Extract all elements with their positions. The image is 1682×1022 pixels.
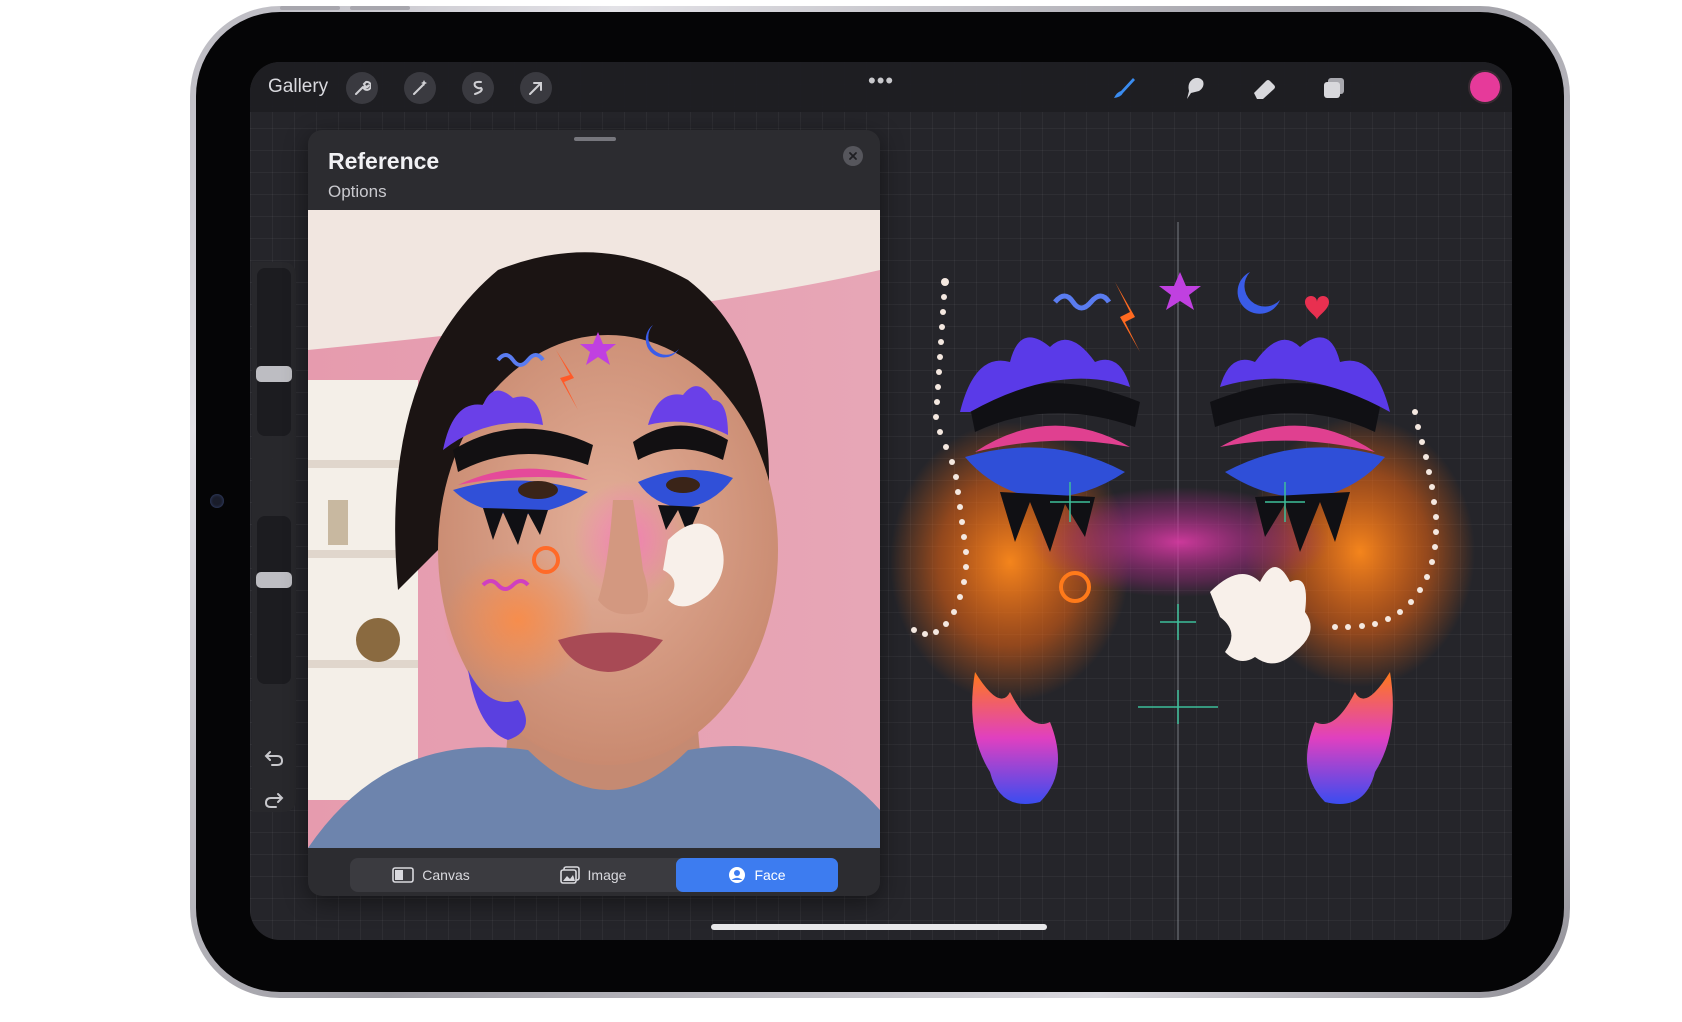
eraser-icon[interactable] <box>1246 70 1282 106</box>
tab-face[interactable]: Face <box>676 858 838 892</box>
options-button[interactable]: Options <box>328 182 387 202</box>
image-icon <box>559 866 580 884</box>
panel-title: Reference <box>328 148 440 174</box>
brush-size-slider[interactable] <box>257 268 291 436</box>
top-toolbar: Gallery ••• <box>250 62 1512 112</box>
power-button <box>350 6 410 10</box>
moon-doodle <box>1237 272 1280 314</box>
gallery-button[interactable]: Gallery <box>268 76 328 98</box>
selection-icon[interactable] <box>462 72 494 104</box>
reference-mode-selector: Canvas Image Face <box>350 858 838 892</box>
right-lower-flame <box>1307 672 1393 804</box>
opacity-thumb[interactable] <box>256 572 292 588</box>
side-toolbar <box>252 262 296 812</box>
heart-doodle <box>1305 296 1329 320</box>
star-doodle <box>1159 272 1201 310</box>
panel-grabber[interactable] <box>574 137 616 141</box>
tab-image[interactable]: Image <box>512 858 674 892</box>
canvas-icon <box>392 867 415 883</box>
brush-icon[interactable] <box>1106 70 1142 106</box>
layers-icon[interactable] <box>1316 70 1352 106</box>
wrench-icon[interactable] <box>346 72 378 104</box>
more-options-button[interactable]: ••• <box>868 68 894 94</box>
magic-wand-icon[interactable] <box>404 72 436 104</box>
close-icon[interactable] <box>843 146 863 166</box>
face-icon <box>729 867 746 883</box>
color-picker-button[interactable] <box>1470 72 1500 102</box>
volume-button <box>280 6 340 10</box>
tab-image-label: Image <box>587 867 627 883</box>
tab-canvas-label: Canvas <box>422 867 470 883</box>
smudge-icon[interactable] <box>1176 70 1212 106</box>
brush-size-thumb[interactable] <box>256 366 292 382</box>
tab-face-label: Face <box>754 867 786 883</box>
procreate-screen: Gallery ••• Reference Options Canvas Ima… <box>250 62 1512 940</box>
transform-arrow-icon[interactable] <box>520 72 552 104</box>
home-indicator[interactable] <box>711 924 1047 930</box>
white-flame-doodle <box>1210 567 1311 664</box>
undo-icon[interactable] <box>262 746 286 770</box>
reference-panel: Reference Options Canvas Image Face <box>308 130 880 896</box>
opacity-slider[interactable] <box>257 516 291 684</box>
drawing-canvas[interactable] <box>880 112 1512 940</box>
face-camera-feed <box>308 210 880 848</box>
tab-canvas[interactable]: Canvas <box>350 858 512 892</box>
redo-icon[interactable] <box>262 788 286 812</box>
squiggle-doodle <box>1053 293 1112 311</box>
front-camera <box>210 494 224 508</box>
lightning-doodle <box>1115 282 1140 352</box>
